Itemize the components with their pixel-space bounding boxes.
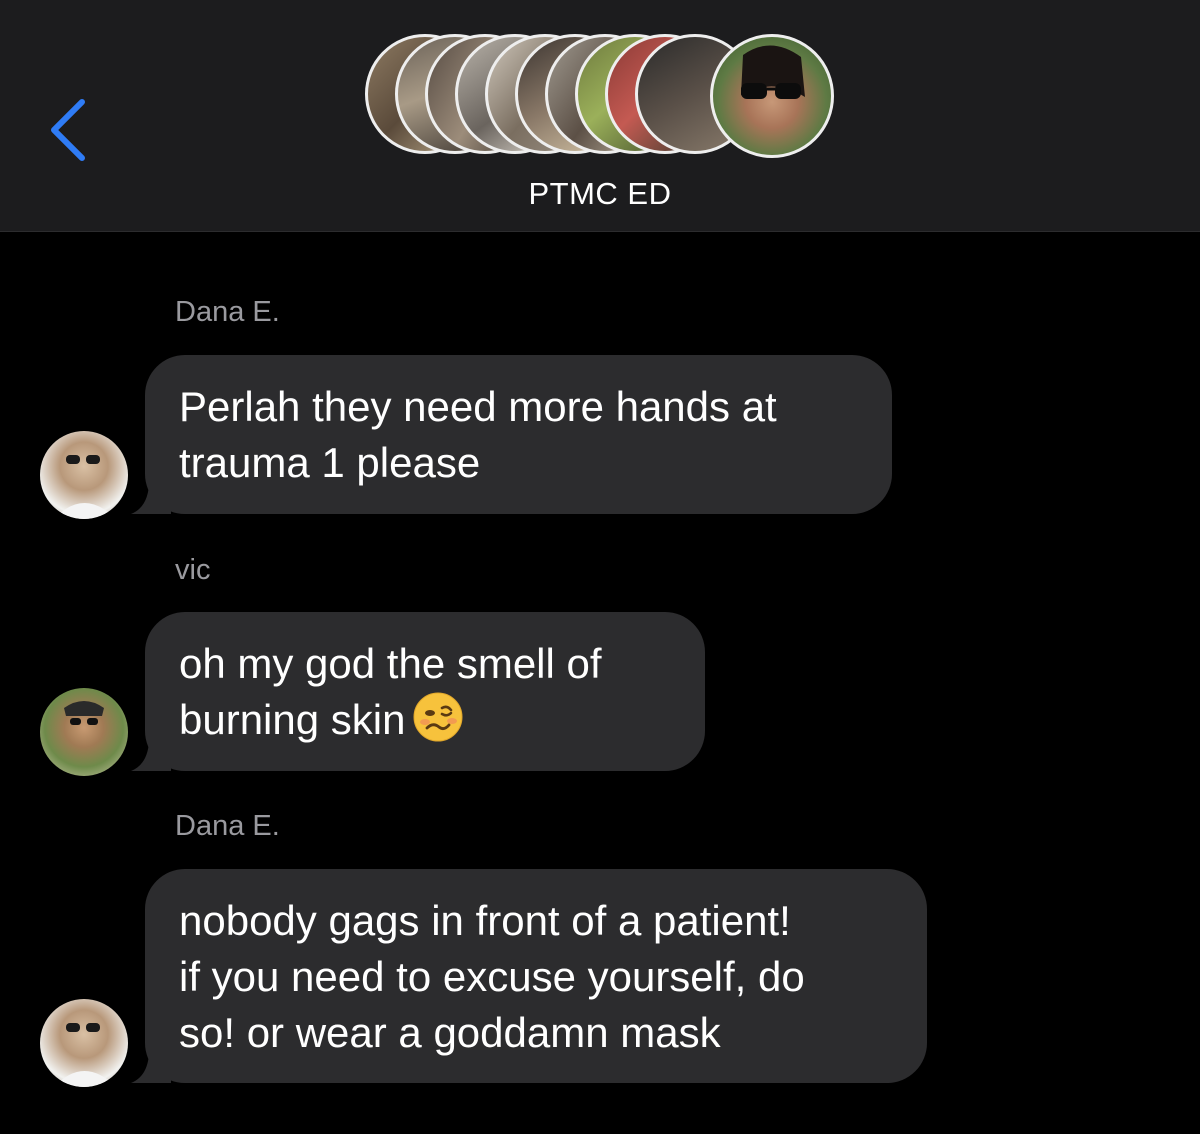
sender-avatar[interactable] (40, 431, 128, 519)
message-text: Perlah they need more hands at trauma 1 … (179, 383, 777, 486)
woozy-face-emoji-icon (413, 692, 463, 742)
sender-avatar[interactable] (40, 688, 128, 776)
sunglasses-icon (54, 1023, 116, 1087)
sender-name: Dana E. (175, 296, 280, 328)
bubble-tail (131, 1043, 171, 1083)
message-content: oh my god the smell of burning skin (179, 636, 671, 748)
message-bubble[interactable]: nobody gags in front of a patient! if yo… (131, 869, 927, 1083)
sender-avatar[interactable] (40, 999, 128, 1087)
group-title[interactable]: PTMC ED (0, 176, 1200, 212)
back-button[interactable] (40, 92, 100, 168)
sender-name: vic (175, 554, 211, 586)
sunglasses-icon (64, 701, 104, 725)
sunglasses-icon (741, 45, 805, 99)
group-avatar-stack[interactable] (365, 34, 835, 158)
member-avatar (710, 34, 834, 158)
conversation-header: PTMC ED (0, 0, 1200, 232)
sender-name: Dana E. (175, 810, 280, 842)
message-bubble[interactable]: Perlah they need more hands at trauma 1 … (131, 355, 892, 514)
chevron-left-icon (51, 99, 85, 161)
message-bubble[interactable]: oh my god the smell of burning skin (131, 612, 705, 771)
bubble-tail (131, 731, 171, 771)
sunglasses-icon (54, 455, 116, 519)
bubble-tail (131, 474, 171, 514)
message-text: oh my god the smell of burning skin (179, 640, 602, 743)
message-text: nobody gags in front of a patient! if yo… (179, 897, 805, 1056)
